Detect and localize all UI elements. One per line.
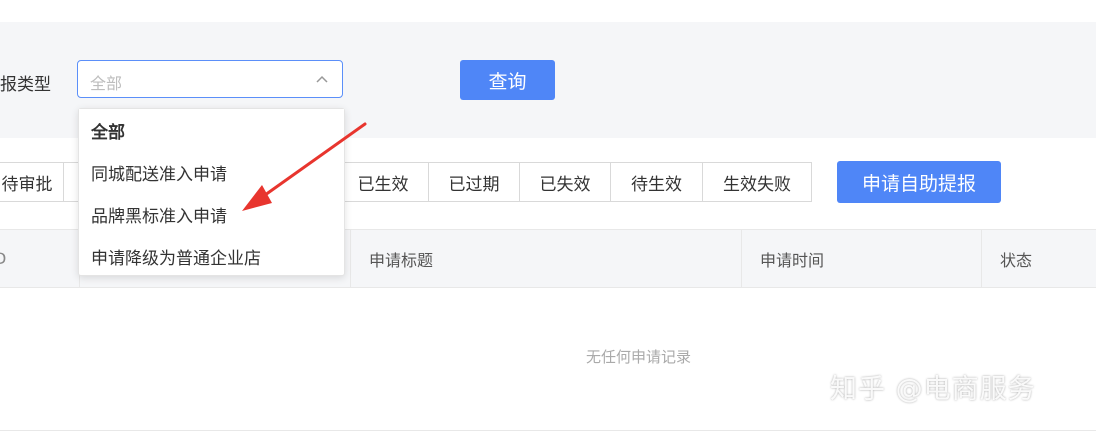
select-placeholder: 全部 [90,74,123,93]
col-status: 状态 [1000,250,1033,270]
query-button[interactable]: 查询 [460,60,555,100]
table-bottom-border [0,430,1096,431]
filter-type-label: 报类型 [0,75,51,95]
top-area [0,0,1096,22]
dropdown-option-all[interactable]: 全部 [79,109,344,151]
col-divider [741,230,742,287]
col-divider [981,230,982,287]
col-divider [350,230,351,287]
tab-pending[interactable]: 待审批 [0,162,64,202]
tab-expired[interactable]: 已过期 [428,162,520,202]
type-select[interactable]: 全部 [77,60,343,98]
chevron-up-icon [316,75,328,83]
watermark: 知乎 @电商服务 [830,374,1036,405]
tab-invalid[interactable]: 已失效 [519,162,611,202]
empty-state-text: 无任何申请记录 [586,348,692,366]
apply-self-report-button[interactable]: 申请自助提报 [837,161,1001,203]
dropdown-option-same-city[interactable]: 同城配送准入申请 [79,151,344,193]
dropdown-option-downgrade[interactable]: 申请降级为普通企业店 [79,235,344,277]
tab-active[interactable]: 已生效 [337,162,429,202]
dropdown-option-brand-blacklist[interactable]: 品牌黑标准入申请 [79,193,344,235]
col-title: 申请标题 [369,250,434,270]
col-id: D [0,249,7,268]
tab-failed[interactable]: 生效失败 [702,162,812,202]
col-time: 申请时间 [760,250,825,270]
type-dropdown-menu: 全部 同城配送准入申请 品牌黑标准入申请 申请降级为普通企业店 [78,108,345,276]
tab-to-be-active[interactable]: 待生效 [610,162,703,202]
